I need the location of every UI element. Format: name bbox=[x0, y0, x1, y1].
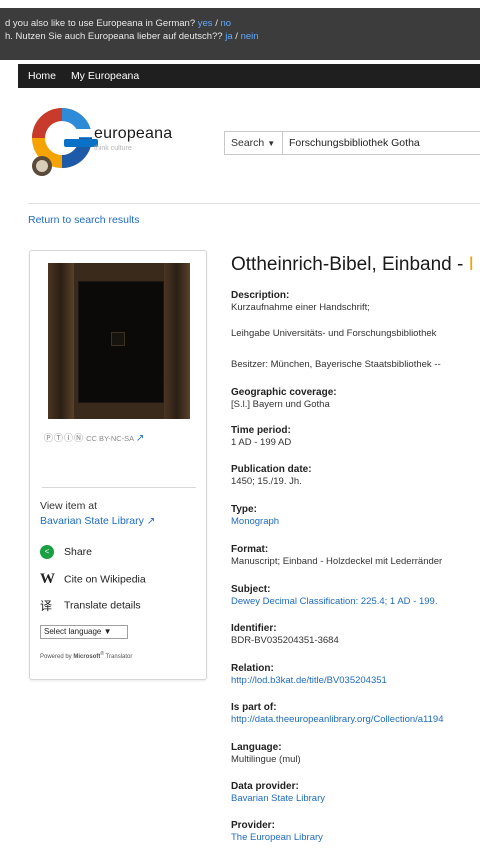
relation-field: Relation: http://lod.b3kat.de/title/BV03… bbox=[231, 663, 480, 687]
data-provider-link[interactable]: Bavarian State Library bbox=[231, 793, 480, 805]
banner-line-english: d you also like to use Europeana in Germ… bbox=[5, 18, 232, 29]
provider-link[interactable]: Bavarian State Library bbox=[40, 515, 144, 527]
subject-field: Subject: Dewey Decimal Classification: 2… bbox=[231, 584, 480, 608]
external-link-icon: ↗ bbox=[146, 516, 156, 527]
description-line-2: Leihgabe Universitäts- und Forschungsbib… bbox=[231, 328, 437, 339]
description-field: Description: Kurzaufnahme einer Handschr… bbox=[231, 290, 370, 313]
identifier-field: Identifier: BDR-BV035204351-3684 bbox=[231, 623, 339, 646]
banner-yes-link[interactable]: yes bbox=[198, 18, 213, 29]
time-period-field: Time period: 1 AD - 199 AD bbox=[231, 425, 292, 448]
search-input[interactable]: Forschungsbibliothek Gotha bbox=[289, 137, 420, 149]
left-margin bbox=[0, 64, 18, 851]
search-type-dropdown[interactable]: Search ▼ bbox=[225, 132, 283, 154]
banner-line-german: h. Nutzen Sie auch Europeana lieber auf … bbox=[5, 31, 259, 42]
item-sidebar-card: ⓅⓉⒾⓃ CC BY-NC-SA ↗ View item at Bavarian… bbox=[29, 250, 207, 680]
thumbnail-clasp bbox=[111, 332, 125, 346]
type-link[interactable]: Monograph bbox=[231, 516, 480, 528]
share-button[interactable]: < Share bbox=[40, 545, 92, 559]
return-to-results-link[interactable]: Return to search results bbox=[28, 214, 139, 226]
format-field: Format: Manuscript; Einband - Holzdeckel… bbox=[231, 544, 443, 567]
item-thumbnail[interactable] bbox=[48, 263, 190, 419]
europeana-logo[interactable] bbox=[28, 104, 188, 184]
record-title: Ottheinrich-Bibel, Einband - I bbox=[231, 254, 474, 275]
provider-link-row[interactable]: Bavarian State Library ↗ bbox=[40, 514, 155, 529]
is-part-of-field: Is part of: http://data.theeuropeanlibra… bbox=[231, 702, 480, 726]
language-suggestion-banner: d you also like to use Europeana in Germ… bbox=[0, 8, 480, 60]
translate-details-button[interactable]: 译 Translate details bbox=[40, 597, 141, 614]
nav-my-europeana-link[interactable]: My Europeana bbox=[71, 70, 139, 82]
chevron-down-icon: ▼ bbox=[103, 627, 112, 636]
thumbnail-right-edge bbox=[164, 263, 190, 419]
cite-wikipedia-button[interactable]: W Cite on Wikipedia bbox=[40, 571, 146, 588]
license-label: CC BY-NC-SA bbox=[86, 434, 134, 443]
translate-icon: 译 bbox=[40, 599, 53, 613]
top-edge bbox=[0, 0, 480, 8]
banner-nein-link[interactable]: nein bbox=[241, 31, 259, 42]
view-item-at-label: View item at bbox=[40, 500, 97, 512]
language-field: Language: Multilingue (mul) bbox=[231, 742, 301, 765]
geographic-coverage-field: Geographic coverage: [S.l.] Bayern und G… bbox=[231, 387, 337, 410]
select-language-dropdown[interactable]: Select language ▼ bbox=[40, 625, 128, 639]
is-part-of-link[interactable]: http://data.theeuropeanlibrary.org/Colle… bbox=[231, 714, 480, 726]
chevron-down-icon: ▼ bbox=[267, 139, 276, 148]
relation-link[interactable]: http://lod.b3kat.de/title/BV035204351 bbox=[231, 675, 480, 687]
banner-no-link[interactable]: no bbox=[220, 18, 231, 29]
data-provider-field: Data provider: Bavarian State Library bbox=[231, 781, 480, 805]
card-divider bbox=[42, 487, 196, 488]
external-link-icon: ↗ bbox=[135, 433, 145, 444]
logo-wordmark: europeana bbox=[94, 125, 173, 142]
europeana-logo-icon bbox=[32, 108, 98, 176]
description-line-3: Besitzer: München, Bayerische Staatsbibl… bbox=[231, 359, 441, 370]
license-info[interactable]: ⓅⓉⒾⓃ CC BY-NC-SA ↗ bbox=[44, 431, 144, 444]
top-navbar: Home My Europeana bbox=[18, 64, 480, 88]
publication-date-field: Publication date: 1450; 15./19. Jh. bbox=[231, 464, 312, 487]
wikipedia-icon: W bbox=[40, 571, 55, 587]
header-divider bbox=[28, 203, 480, 204]
thumbnail-left-edge bbox=[48, 263, 74, 419]
view-item-at: View item at Bavarian State Library ↗ bbox=[40, 499, 155, 529]
search-bar: Search ▼ Forschungsbibliothek Gotha bbox=[224, 131, 480, 155]
provider-value-link[interactable]: The European Library bbox=[231, 832, 480, 844]
banner-ja-link[interactable]: ja bbox=[225, 31, 232, 42]
provider-field: Provider: The European Library bbox=[231, 820, 480, 844]
logo-tagline: think culture bbox=[94, 145, 132, 152]
powered-by-translator: Powered by Microsoft® Translator bbox=[40, 651, 133, 660]
type-field: Type: Monograph bbox=[231, 504, 480, 528]
subject-link[interactable]: Dewey Decimal Classification: 225.4; 1 A… bbox=[231, 596, 480, 608]
share-icon: < bbox=[40, 545, 54, 559]
creative-commons-icons: ⓅⓉⒾⓃ bbox=[44, 433, 85, 443]
nav-home-link[interactable]: Home bbox=[28, 70, 56, 82]
